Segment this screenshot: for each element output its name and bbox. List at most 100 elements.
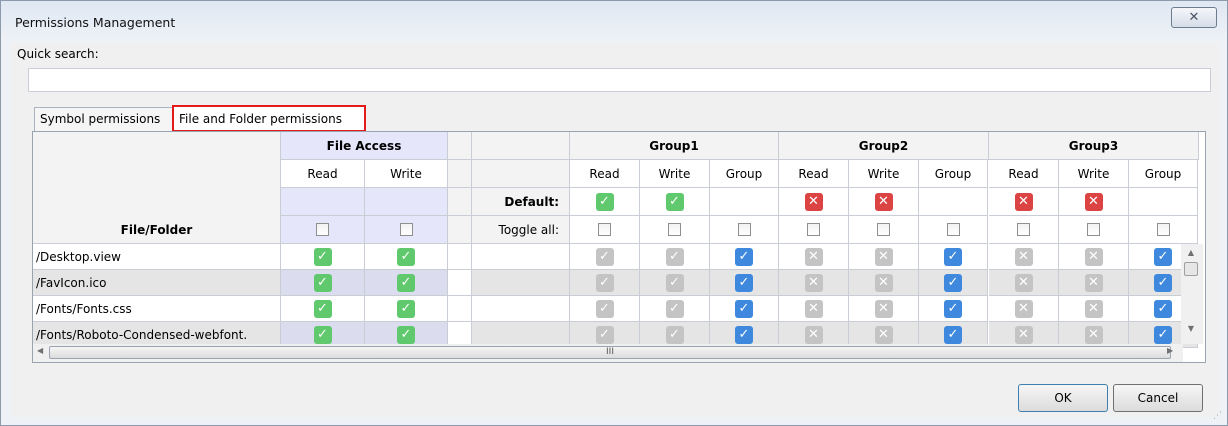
fa-write-header: Write [365, 160, 448, 188]
inherit-allow-icon[interactable]: ✓ [595, 247, 614, 266]
allow-icon[interactable]: ✓ [313, 247, 332, 266]
group-icon[interactable]: ✓ [944, 325, 962, 344]
file-access-header: File Access [281, 132, 448, 160]
toggle-all-checkbox[interactable] [1087, 223, 1100, 236]
default-allow-icon[interactable]: ✓ [595, 192, 614, 211]
group2-write-cell: ✕ [849, 244, 919, 270]
group1-default-write: ✓ [640, 188, 710, 216]
inherit-allow-icon[interactable]: ✓ [595, 325, 614, 344]
vertical-scrollbar[interactable]: ▲ ▼ [1181, 244, 1203, 344]
inherit-deny-icon[interactable]: ✕ [874, 247, 893, 266]
inherit-deny-icon[interactable]: ✕ [1084, 247, 1103, 266]
group3-read-cell: ✕ [989, 296, 1059, 322]
group-icon[interactable]: ✓ [735, 247, 753, 266]
inherit-deny-icon[interactable]: ✕ [804, 247, 823, 266]
inherit-allow-icon[interactable]: ✓ [665, 247, 684, 266]
quick-search-input[interactable] [28, 68, 1211, 92]
vertical-scroll-thumb[interactable] [1184, 262, 1198, 276]
group-icon[interactable]: ✓ [735, 325, 753, 344]
inherit-deny-icon[interactable]: ✕ [1014, 325, 1033, 344]
toggle-all-checkbox[interactable] [1156, 223, 1170, 236]
default-deny-icon[interactable]: ✕ [1014, 192, 1033, 211]
scroll-up-icon[interactable]: ▲ [1184, 248, 1198, 262]
toggle-all-checkbox[interactable] [1017, 223, 1030, 236]
toggle-all-checkbox[interactable] [399, 223, 413, 236]
inherit-allow-icon[interactable]: ✓ [595, 273, 614, 292]
group-icon[interactable]: ✓ [1154, 325, 1172, 344]
group-icon[interactable]: ✓ [944, 273, 962, 292]
permissions-grid: File Access Group1 Group2 Group3 Read Wr… [32, 131, 1206, 363]
toggle-all-checkbox[interactable] [877, 223, 890, 236]
allow-icon[interactable]: ✓ [313, 325, 332, 344]
default-deny-icon[interactable]: ✕ [874, 192, 893, 211]
inherit-deny-icon[interactable]: ✕ [1084, 325, 1103, 344]
inherit-deny-icon[interactable]: ✕ [1014, 247, 1033, 266]
group-icon[interactable]: ✓ [1154, 299, 1172, 318]
inherit-deny-icon[interactable]: ✕ [804, 273, 823, 292]
default-deny-icon[interactable]: ✕ [1084, 192, 1103, 211]
allow-icon[interactable]: ✓ [397, 273, 415, 292]
allow-icon[interactable]: ✓ [397, 299, 415, 318]
horizontal-scroll-thumb[interactable]: III [49, 346, 1171, 359]
inherit-deny-icon[interactable]: ✕ [804, 325, 823, 344]
group-icon[interactable]: ✓ [944, 247, 962, 266]
inherit-deny-icon[interactable]: ✕ [1014, 299, 1033, 318]
tab-symbol-permissions[interactable]: Symbol permissions [34, 107, 173, 131]
group2-default-group [919, 188, 988, 216]
cancel-button[interactable]: Cancel [1113, 384, 1203, 412]
toggle-all-checkbox[interactable] [737, 223, 751, 236]
inherit-deny-icon[interactable]: ✕ [1014, 273, 1033, 292]
allow-icon[interactable]: ✓ [397, 325, 415, 344]
inherit-allow-icon[interactable]: ✓ [665, 273, 684, 292]
inherit-deny-icon[interactable]: ✕ [1084, 273, 1103, 292]
default-deny-icon[interactable]: ✕ [804, 192, 823, 211]
allow-icon[interactable]: ✓ [313, 273, 332, 292]
group1-toggle-group [710, 216, 779, 244]
group2-default-read: ✕ [779, 188, 849, 216]
group-icon[interactable]: ✓ [735, 273, 753, 292]
inherit-deny-icon[interactable]: ✕ [804, 299, 823, 318]
default-allow-icon[interactable]: ✓ [665, 192, 684, 211]
inherit-deny-icon[interactable]: ✕ [874, 273, 893, 292]
fa-write-cell: ✓ [365, 244, 448, 270]
group-icon[interactable]: ✓ [735, 299, 753, 318]
scroll-down-icon[interactable]: ▼ [1184, 324, 1198, 338]
scroll-left-icon[interactable]: ◀ [37, 346, 43, 355]
inherit-deny-icon[interactable]: ✕ [1084, 299, 1103, 318]
file-path-cell[interactable]: /FavIcon.ico [33, 270, 281, 296]
group3-toggle-write [1059, 216, 1129, 244]
group-icon[interactable]: ✓ [944, 299, 962, 318]
group1-write-cell: ✓ [640, 296, 710, 322]
close-button[interactable]: ✕ [1171, 7, 1217, 28]
toggle-all-label: Toggle all: [472, 216, 570, 244]
allow-icon[interactable]: ✓ [397, 247, 415, 266]
group1-group-header: Group [710, 160, 779, 188]
toggle-all-checkbox[interactable] [316, 223, 329, 236]
toggle-all-checkbox[interactable] [807, 223, 820, 236]
permissions-window: Permissions Management ✕ Quick search: S… [0, 0, 1228, 426]
allow-icon[interactable]: ✓ [313, 299, 332, 318]
ok-button[interactable]: OK [1018, 384, 1108, 412]
horizontal-scrollbar[interactable]: ◀ III ▶ [33, 344, 1183, 362]
group-icon[interactable]: ✓ [1154, 273, 1172, 292]
toggle-all-checkbox[interactable] [598, 223, 611, 236]
title-bar: Permissions Management ✕ [1, 1, 1227, 41]
group-icon[interactable]: ✓ [1154, 247, 1172, 266]
file-path-cell[interactable]: /Desktop.view [33, 244, 281, 270]
group1-toggle-read [570, 216, 640, 244]
inherit-allow-icon[interactable]: ✓ [595, 299, 614, 318]
file-path-cell[interactable]: /Fonts/Fonts.css [33, 296, 281, 322]
header-spacer [448, 188, 472, 216]
toggle-all-checkbox[interactable] [946, 223, 960, 236]
inherit-allow-icon[interactable]: ✓ [665, 325, 684, 344]
resize-grip-icon[interactable]: ⋰ [1213, 411, 1225, 423]
tab-file-folder-permissions[interactable]: File and Folder permissions [172, 105, 366, 132]
corner-header [33, 132, 281, 216]
group3-toggle-read [989, 216, 1059, 244]
inherit-allow-icon[interactable]: ✓ [665, 299, 684, 318]
inherit-deny-icon[interactable]: ✕ [874, 325, 893, 344]
inherit-deny-icon[interactable]: ✕ [874, 299, 893, 318]
scroll-right-icon[interactable]: ▶ [1167, 346, 1173, 355]
group3-write-cell: ✕ [1059, 244, 1129, 270]
toggle-all-checkbox[interactable] [668, 223, 681, 236]
